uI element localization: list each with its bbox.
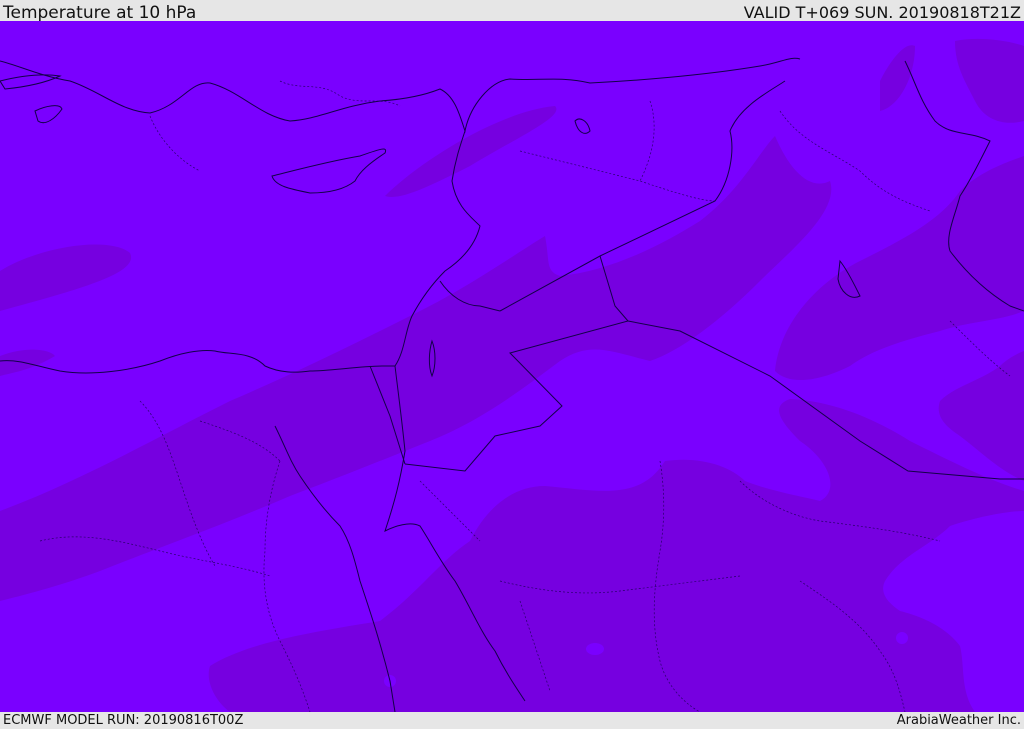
model-run: ECMWF MODEL RUN: 20190816T00Z <box>3 713 244 728</box>
footer-bar: ECMWF MODEL RUN: 20190816T00Z ArabiaWeat… <box>0 712 1024 729</box>
map-view[interactable] <box>0 21 1024 712</box>
credit-text: ArabiaWeather Inc. <box>896 713 1021 728</box>
pocket-small-1 <box>586 643 604 655</box>
map-title: Temperature at 10 hPa <box>3 3 197 23</box>
pocket-small-3 <box>896 632 908 644</box>
temperature-field-map[interactable] <box>0 21 1024 712</box>
header-bar: Temperature at 10 hPa VALID T+069 SUN. 2… <box>0 0 1024 23</box>
valid-time: VALID T+069 SUN. 20190818T21Z <box>743 3 1021 22</box>
